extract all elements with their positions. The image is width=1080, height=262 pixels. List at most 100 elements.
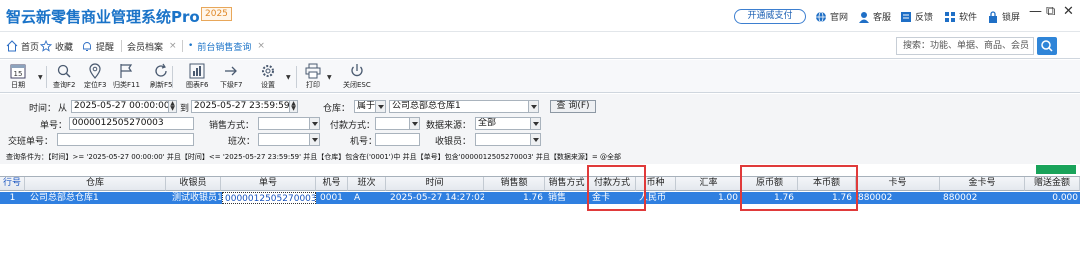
order-no-label: 单号： <box>40 121 68 131</box>
spinner-icon[interactable]: ▲ ▼ <box>168 101 176 112</box>
toolbar-drilldown[interactable]: 下级F7 <box>220 63 242 91</box>
cell-row-no: 1 <box>9 193 16 203</box>
tab-reminder[interactable]: 提醒 <box>81 39 114 53</box>
tab-favorites[interactable]: 收藏 <box>40 39 73 53</box>
support-label: 客服 <box>873 13 892 23</box>
flag-icon <box>120 64 133 78</box>
column-header-sales-amount[interactable]: 销售额 <box>484 177 545 191</box>
close-window-button[interactable]: ✕ <box>1063 4 1074 19</box>
column-header-gold-card-no[interactable]: 金卡号 <box>940 177 1025 191</box>
chevron-down-icon[interactable]: ▼ <box>38 74 43 81</box>
warehouse-select[interactable]: 公司总部总仓库1 <box>389 100 539 113</box>
tab-separator <box>182 40 183 52</box>
warehouse-operator-value: 属于 <box>357 101 376 111</box>
warehouse-label: 仓库： <box>323 104 351 114</box>
search-icon <box>58 64 71 78</box>
toolbar-settings[interactable]: 设置 <box>260 63 276 91</box>
toolbar-close-label: 关闭ESC <box>343 81 371 89</box>
shift-label: 班次： <box>228 137 256 147</box>
chevron-down-icon[interactable] <box>409 118 419 129</box>
query-button[interactable]: 查 询(F) <box>550 100 596 113</box>
cashier-select[interactable] <box>475 133 541 146</box>
column-header-orig-amount[interactable]: 原币额 <box>742 177 798 191</box>
time-from-value: 2025-05-27 00:00:00 <box>74 101 170 111</box>
chevron-down-icon[interactable]: ▼ <box>286 74 291 81</box>
cell-gold-card-no: 880002 <box>943 193 978 203</box>
cell-sales-amount: 1.76 <box>522 193 543 203</box>
sale-mode-select[interactable] <box>258 117 320 130</box>
tab-front-sales-query[interactable]: • 前台销售查询 × <box>188 39 265 53</box>
column-header-cashier[interactable]: 收银员 <box>166 177 221 191</box>
toolbar-refresh[interactable]: 刷新F5 <box>150 63 172 91</box>
chevron-down-icon[interactable] <box>309 118 319 129</box>
column-header-card-no[interactable]: 卡号 <box>856 177 940 191</box>
column-header-payment[interactable]: 付款方式 <box>589 177 636 191</box>
cell-shift: A <box>354 193 361 203</box>
toolbar-settings-label: 设置 <box>261 81 275 89</box>
toolbar-query[interactable]: 查询F2 <box>53 63 75 91</box>
column-header-warehouse[interactable]: 仓库 <box>25 177 166 191</box>
tab-member-archive[interactable]: 会员档案 × <box>127 39 177 53</box>
sales-grid[interactable]: 行号 仓库 收银员 单号 机号 班次 时间 销售额 销售方式 付款方式 币种 汇… <box>0 176 1080 262</box>
machine-input[interactable] <box>375 133 420 146</box>
toolbar-close[interactable]: 关闭ESC <box>343 63 371 91</box>
column-header-time[interactable]: 时间 <box>386 177 484 191</box>
data-source-select[interactable]: 全部 <box>475 117 541 130</box>
search-button[interactable] <box>1037 37 1057 55</box>
chevron-down-icon[interactable]: ▼ <box>327 74 332 81</box>
cell-rate: 1.00 <box>717 193 738 203</box>
column-header-gift-amount[interactable]: 赠送金额 <box>1025 177 1080 191</box>
machine-label: 机号： <box>350 137 378 147</box>
column-header-shift[interactable]: 班次 <box>348 177 386 191</box>
toolbar-locate[interactable]: 定位F3 <box>84 63 106 91</box>
toolbar-print[interactable]: 打印 <box>305 63 321 91</box>
cell-order-no[interactable]: 0000012505270003 <box>222 192 316 204</box>
website-link[interactable]: 官网 <box>815 9 848 24</box>
chevron-down-icon[interactable] <box>530 134 540 145</box>
toolbar-print-label: 打印 <box>306 81 320 89</box>
payment-select[interactable] <box>375 117 420 130</box>
column-header-currency[interactable]: 币种 <box>636 177 676 191</box>
cashier-label: 收银员： <box>435 137 472 147</box>
chevron-down-icon[interactable] <box>528 101 538 112</box>
column-header-rate[interactable]: 汇率 <box>676 177 742 191</box>
global-search-input[interactable]: 搜索：功能、单据、商品、会员 <box>896 37 1034 55</box>
toolbar-chart[interactable]: 图表F6 <box>186 63 208 91</box>
support-link[interactable]: 客服 <box>858 9 891 24</box>
chevron-down-icon[interactable] <box>530 118 540 129</box>
shift-select[interactable] <box>258 133 320 146</box>
column-header-sale-mode[interactable]: 销售方式 <box>545 177 589 191</box>
chevron-down-icon[interactable] <box>375 101 385 112</box>
exchange-no-input[interactable] <box>57 133 194 146</box>
toolbar-refresh-label: 刷新F5 <box>150 81 173 89</box>
feedback-link[interactable]: 反馈 <box>900 9 933 24</box>
lock-icon <box>989 10 997 23</box>
toolbar: 15 日期 ▼ 查询F2 定位F3 归类F11 刷新F5 图表F6 下级F7 设… <box>0 60 1080 93</box>
software-link[interactable]: 软件 <box>944 9 977 24</box>
order-no-input[interactable]: 0000012505270003 <box>69 117 194 130</box>
spinner-icon[interactable]: ▲ ▼ <box>289 101 297 112</box>
warehouse-operator-select[interactable]: 属于 <box>354 100 386 113</box>
tab-home[interactable]: 首页 <box>6 39 39 53</box>
column-header-row-no[interactable]: 行号 <box>0 177 25 191</box>
time-from-input[interactable]: 2025-05-27 00:00:00 ▲ ▼ <box>71 100 177 113</box>
cell-sale-mode: 销售 <box>548 193 567 203</box>
year-badge: 2025 <box>201 7 232 21</box>
toolbar-date[interactable]: 15 日期 <box>10 63 26 91</box>
close-icon[interactable]: × <box>257 41 265 51</box>
column-header-local-amount[interactable]: 本币额 <box>798 177 856 191</box>
cell-local-amount: 1.76 <box>831 193 852 203</box>
column-header-machine[interactable]: 机号 <box>316 177 348 191</box>
chart-icon <box>189 63 205 79</box>
toolbar-classify-label: 归类F11 <box>113 81 140 89</box>
time-to-input[interactable]: 2025-05-27 23:59:59 ▲ ▼ <box>191 100 298 113</box>
close-icon[interactable]: × <box>169 41 177 51</box>
minimize-button[interactable]: — <box>1029 4 1042 19</box>
column-header-order-no[interactable]: 单号 <box>221 177 316 191</box>
toolbar-classify[interactable]: 归类F11 <box>113 63 140 91</box>
data-source-value: 全部 <box>478 118 497 128</box>
chevron-down-icon[interactable] <box>309 134 319 145</box>
lock-link[interactable]: 锁屏 <box>987 9 1020 24</box>
restore-button[interactable]: ⧉ <box>1046 4 1055 19</box>
pay-button[interactable]: 开通威支付 <box>734 9 806 24</box>
